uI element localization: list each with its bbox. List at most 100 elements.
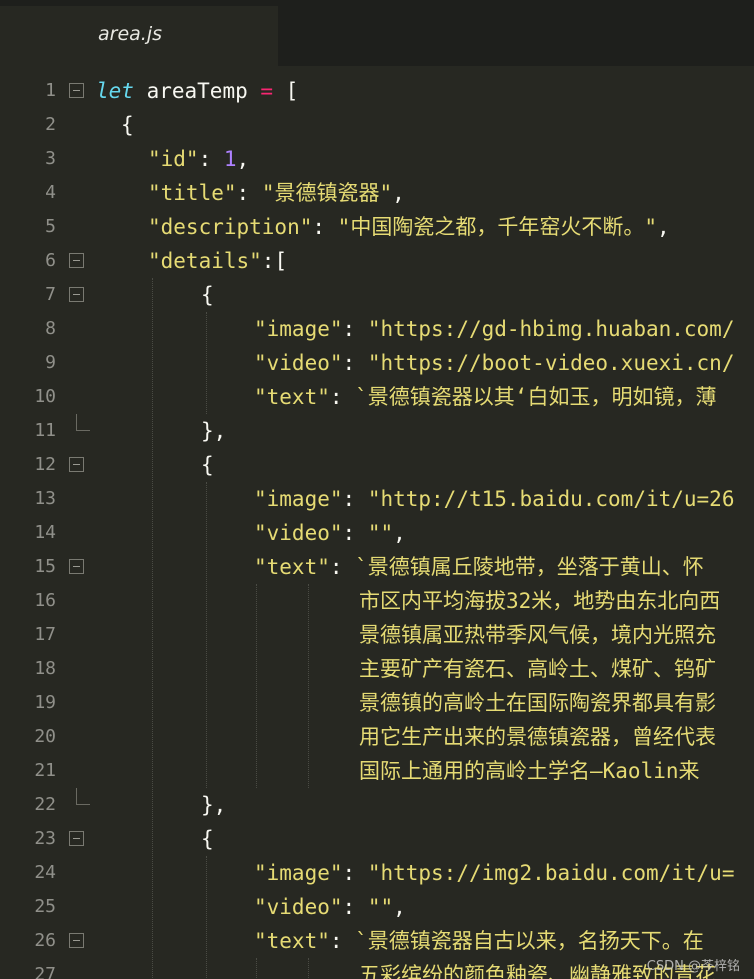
code-text: 景德镇属亚热带季风气候，境内光照充 [359,618,716,652]
code-line[interactable]: 12 { [0,448,754,482]
code-line[interactable]: 15 "text": `景德镇属丘陵地带，坐落于黄山、怀 [0,550,754,584]
code-line[interactable]: 1 let areaTemp = [ [0,74,754,108]
line-number: 3 [45,148,56,169]
line-number: 23 [34,828,56,849]
indent-guide [256,584,257,788]
line-number: 8 [45,318,56,339]
line-number: 24 [34,862,56,883]
fold-toggle-icon[interactable] [69,831,84,846]
code-token: : [236,181,262,205]
code-line[interactable]: 6 "details":[ [0,244,754,278]
code-line[interactable]: 16 市区内平均海拔32米，地势由东北向西 [0,584,754,618]
code-token: `景德镇瓷器以其‘白如玉，明如镜，薄 [355,385,717,409]
code-text: "text": `景德镇瓷器自古以来，名扬天下。在 [254,924,704,958]
code-text: 国际上通用的高岭土学名—Kaolin来 [359,754,700,788]
code-token: : [342,521,368,545]
line-number: 22 [34,794,56,815]
fold-end-marker-icon [76,414,90,431]
code-line[interactable]: 7{ [0,278,754,312]
code-token: [ [273,79,299,103]
code-line[interactable]: 10 "text": `景德镇瓷器以其‘白如玉，明如镜，薄 [0,380,754,414]
code-line[interactable]: 13 "image": "http://t15.baidu.com/it/u=26 [0,482,754,516]
line-number: 19 [34,692,56,713]
code-line[interactable]: 22}, [0,788,754,822]
code-token: : [342,895,368,919]
code-token: { [201,283,214,307]
code-token: = [260,79,274,103]
code-token: { [201,827,214,851]
code-text: let areaTemp = [ [96,74,298,108]
code-line[interactable]: 3 "id": 1, [0,142,754,176]
code-token: "https://img2.baidu.com/it/u= [367,861,735,885]
line-number: 25 [34,896,56,917]
watermark: CSDN @芩梓铭 [646,959,740,974]
line-number: 11 [34,420,56,441]
fold-toggle-icon[interactable] [69,559,84,574]
code-token: : [198,147,224,171]
code-text: { [201,278,214,312]
fold-toggle-icon[interactable] [69,933,84,948]
code-text: 主要矿产有瓷石、高岭土、煤矿、钨矿 [359,652,716,686]
line-number: 20 [34,726,56,747]
line-number: 27 [34,964,56,979]
code-token: "image" [254,861,343,885]
code-token: 用它生产出来的景德镇瓷器，曾经代表 [359,725,716,749]
code-line[interactable]: 11}, [0,414,754,448]
code-token: "video" [254,521,343,545]
code-token: 1 [223,147,237,171]
fold-end-marker-icon [76,788,90,805]
tab-area-js[interactable]: area.js [0,6,278,66]
code-line[interactable]: 4 "title": "景德镇瓷器", [0,176,754,210]
code-token: { [121,113,134,137]
code-line[interactable]: 24 "image": "https://img2.baidu.com/it/u= [0,856,754,890]
code-token: "title" [148,181,237,205]
code-token: : [342,487,368,511]
line-number: 6 [45,250,56,271]
code-line[interactable]: 9 "video": "https://boot-video.xuexi.cn/ [0,346,754,380]
code-line[interactable]: 2{ [0,108,754,142]
indent-guide [206,312,207,414]
code-text: 市区内平均海拔32米，地势由东北向西 [359,584,720,618]
code-line[interactable]: 17 景德镇属亚热带季风气候，境内光照充 [0,618,754,652]
code-line[interactable]: 14 "video": "", [0,516,754,550]
code-line[interactable]: 27 五彩缤纷的颜色釉瓷、幽静雅致的青花 [0,958,754,979]
code-text: "text": `景德镇属丘陵地带，坐落于黄山、怀 [254,550,704,584]
code-text: { [121,108,134,142]
code-token: }, [201,419,227,443]
line-number: 9 [45,352,56,373]
code-token: "" [367,521,394,545]
indent-guide [206,856,207,979]
code-token: : [329,929,356,953]
code-token: : [312,215,338,239]
code-token: 景德镇的高岭土在国际陶瓷界都具有影 [359,691,716,715]
code-token: `景德镇瓷器自古以来，名扬天下。在 [355,929,704,953]
indent-guide [308,958,309,979]
code-token: let [96,79,134,103]
code-line[interactable]: 20 用它生产出来的景德镇瓷器，曾经代表 [0,720,754,754]
fold-toggle-icon[interactable] [69,83,84,98]
code-token: :[ [261,249,288,273]
fold-toggle-icon[interactable] [69,287,84,302]
fold-toggle-icon[interactable] [69,457,84,472]
code-line[interactable]: 25 "video": "", [0,890,754,924]
code-line[interactable]: 23 { [0,822,754,856]
code-token: "https://gd-hbimg.huaban.com/ [367,317,735,341]
code-token: "" [367,895,394,919]
code-text: "video": "https://boot-video.xuexi.cn/ [254,346,734,380]
code-line[interactable]: 26 "text": `景德镇瓷器自古以来，名扬天下。在 [0,924,754,958]
code-line[interactable]: 5 "description": "中国陶瓷之都，千年窑火不断。", [0,210,754,244]
code-token: "text" [254,555,330,579]
code-line[interactable]: 8 "image": "https://gd-hbimg.huaban.com/ [0,312,754,346]
code-token: : [342,861,368,885]
code-text: "id": 1, [148,142,249,176]
code-token: "description" [148,215,313,239]
code-text: "image": "http://t15.baidu.com/it/u=26 [254,482,734,516]
code-line[interactable]: 19 景德镇的高岭土在国际陶瓷界都具有影 [0,686,754,720]
code-editor[interactable]: 1 let areaTemp = [2{3 "id": 1, 4 "title": "景… [0,74,754,979]
indent-guide [256,958,257,979]
code-line[interactable]: 18 主要矿产有瓷石、高岭土、煤矿、钨矿 [0,652,754,686]
tab-bar: area.js [0,0,754,66]
fold-toggle-icon[interactable] [69,253,84,268]
code-line[interactable]: 21 国际上通用的高岭土学名—Kaolin来 [0,754,754,788]
code-token: : [329,555,356,579]
